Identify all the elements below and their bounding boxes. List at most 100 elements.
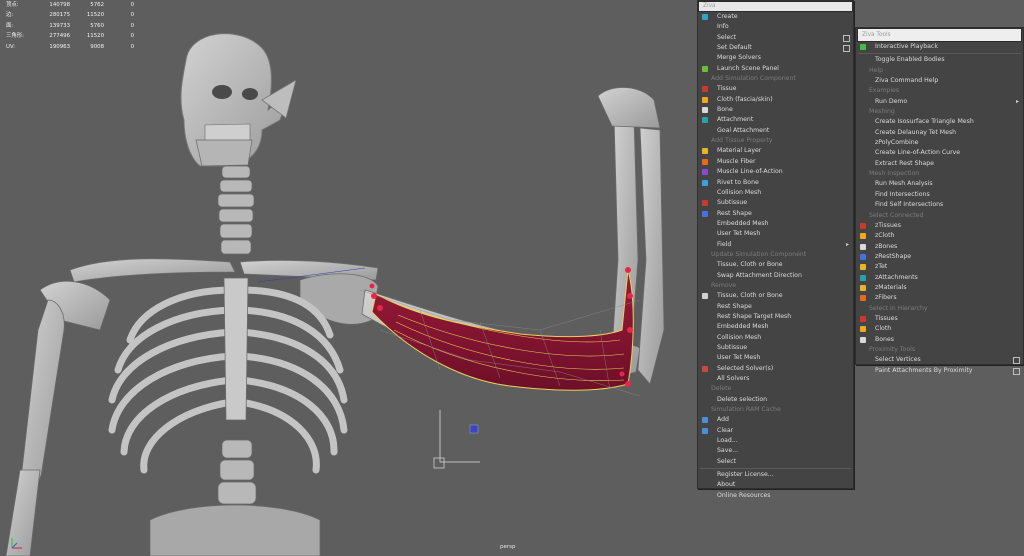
ziva-tools-section-examples: Examples (869, 87, 900, 95)
ziva-menu-item-swap-attachment-direction[interactable]: Swap Attachment Direction (698, 271, 853, 281)
ziva-menu-item-save[interactable]: Save... (698, 446, 853, 456)
ziva-tools-item-extract-rest-shape[interactable]: Extract Rest Shape (856, 159, 1023, 169)
ziva-menu-item-set-default[interactable]: Set Default (698, 43, 853, 53)
ziva-tools-item-interactive-playback[interactable]: Interactive Playback (856, 42, 1023, 52)
ziva-menu-item-merge-solvers[interactable]: Merge Solvers (698, 53, 853, 63)
ziva-menu-title[interactable]: Ziva (698, 1, 853, 12)
ziva-tools-item-label: Run Mesh Analysis (875, 180, 933, 188)
remove-icon (702, 293, 708, 300)
ziva-tools-item-cloth[interactable]: Cloth (856, 324, 1023, 334)
ziva-menu-item-rest-shape[interactable]: Rest Shape (698, 302, 853, 312)
transform-manipulator[interactable] (433, 410, 480, 469)
ziva-tools-item-ztissues[interactable]: zTissues (856, 221, 1023, 231)
ziva-menu-item-tissue-cloth-or-bone[interactable]: Tissue, Cloth or Bone (698, 260, 853, 270)
hud-label: 三角形: (6, 33, 24, 40)
ziva-menu-item-clear[interactable]: Clear (698, 426, 853, 436)
ziva-tools-item-create-line-of-action-curve[interactable]: Create Line-of-Action Curve (856, 148, 1023, 158)
ziva-menu-item-online-resources[interactable]: Online Resources (698, 491, 853, 501)
option-box-icon[interactable] (1013, 357, 1020, 365)
ziva-tools-item-create-isosurface-triangle-mesh[interactable]: Create Isosurface Triangle Mesh (856, 117, 1023, 127)
ziva-tools-item-zbones[interactable]: zBones (856, 242, 1023, 252)
ziva-tools-item-zcloth[interactable]: zCloth (856, 231, 1023, 241)
ziva-tools-item-run-mesh-analysis[interactable]: Run Mesh Analysis (856, 179, 1023, 189)
ziva-tools-item-create-delaunay-tet-mesh[interactable]: Create Delaunay Tet Mesh (856, 128, 1023, 138)
tissue-icon (860, 315, 866, 322)
ziva-menu-section-update-simulation-component: Update Simulation Component (711, 250, 807, 258)
ziva-menu-item-load[interactable]: Load... (698, 436, 853, 446)
hud-row: UV: 190963 9008 0 (6, 42, 134, 52)
ziva-tools-item-ztet[interactable]: zTet (856, 262, 1023, 272)
skull (180, 33, 297, 167)
ziva-menu-item-about[interactable]: About (698, 480, 853, 490)
ziva-tools-item-label: Bones (875, 335, 894, 343)
hud-value: 0 (130, 33, 134, 40)
ziva-tools-item-run-demo[interactable]: Run Demo ▸ (856, 97, 1023, 107)
ziva-tools-menu[interactable]: Ziva Tools Interactive Playback Toggle En… (855, 27, 1024, 375)
ziva-menu-item-field[interactable]: Field ▸ (698, 240, 853, 250)
ziva-menu-item-embedded-mesh[interactable]: Embedded Mesh (698, 219, 853, 229)
ziva-menu-item-tissue[interactable]: Tissue (698, 84, 853, 94)
option-box-icon[interactable] (843, 34, 850, 42)
ziva-menu-item-add[interactable]: Add (698, 415, 853, 425)
hud-value: 190963 (49, 43, 70, 50)
ziva-tools-item-label: Toggle Enabled Bodies (875, 56, 945, 64)
ziva-menu[interactable]: Ziva Create Info Select Set Default Merge So… (697, 0, 854, 499)
ziva-menu-item-create[interactable]: Create (698, 12, 853, 22)
ziva-tools-item-toggle-enabled-bodies[interactable]: Toggle Enabled Bodies (856, 55, 1023, 65)
ziva-menu-item-rest-shape-target-mesh[interactable]: Rest Shape Target Mesh (698, 312, 853, 322)
ziva-menu-item-rivet-to-bone[interactable]: Rivet to Bone (698, 178, 853, 188)
ziva-tools-item-zrestshape[interactable]: zRestShape (856, 252, 1023, 262)
material-icon (702, 148, 708, 155)
ziva-menu-item-material-layer[interactable]: Material Layer (698, 146, 853, 156)
option-box-icon[interactable] (1013, 367, 1020, 375)
tissue-icon (860, 222, 866, 229)
ziva-menu-item-label: Embedded Mesh (717, 219, 769, 227)
ziva-menu-item-muscle-fiber[interactable]: Muscle Fiber (698, 157, 853, 167)
ziva-menu-item-collision-mesh[interactable]: Collision Mesh (698, 333, 853, 343)
ziva-menu-item-selected-solver-s[interactable]: Selected Solver(s) (698, 364, 853, 374)
ziva-tools-item-zattachments[interactable]: zAttachments (856, 273, 1023, 283)
ziva-tools-item-paint-attachments-by-proximity[interactable]: Paint Attachments By Proximity (856, 366, 1023, 376)
ziva-menu-item-muscle-line-of-action[interactable]: Muscle Line-of-Action (698, 167, 853, 177)
ziva-menu-item-rest-shape[interactable]: Rest Shape (698, 209, 853, 219)
ziva-tools-item-zpolycombine[interactable]: zPolyCombine (856, 138, 1023, 148)
ziva-menu-item-label: Launch Scene Panel (717, 64, 779, 72)
ziva-menu-item-user-tet-mesh[interactable]: User Tet Mesh (698, 353, 853, 363)
ziva-menu-item-select[interactable]: Select (698, 33, 853, 43)
ziva-tools-item-find-intersections[interactable]: Find Intersections (856, 190, 1023, 200)
ziva-menu-item-goal-attachment[interactable]: Goal Attachment (698, 126, 853, 136)
ziva-menu-item-label: Set Default (717, 44, 752, 52)
ziva-menu-item-select[interactable]: Select (698, 457, 853, 467)
ziva-menu-item-delete-selection[interactable]: Delete selection (698, 395, 853, 405)
ziva-menu-section-remove: Remove (711, 281, 737, 289)
ziva-menu-item-launch-scene-panel[interactable]: Launch Scene Panel (698, 64, 853, 74)
ziva-menu-item-tissue-cloth-or-bone[interactable]: Tissue, Cloth or Bone (698, 291, 853, 301)
tissue-icon (702, 86, 708, 93)
scene-panel-icon (702, 65, 708, 72)
ziva-tools-title[interactable]: Ziva Tools (857, 28, 1022, 42)
ziva-tools-item-zmaterials[interactable]: zMaterials (856, 283, 1023, 293)
ziva-menu-item-subtissue[interactable]: Subtissue (698, 198, 853, 208)
ziva-menu-item-info[interactable]: Info (698, 22, 853, 32)
ziva-menu-item-register-license[interactable]: Register License... (698, 470, 853, 480)
ziva-menu-item-embedded-mesh[interactable]: Embedded Mesh (698, 322, 853, 332)
ziva-menu-item-bone[interactable]: Bone (698, 105, 853, 115)
ziva-menu-item-attachment[interactable]: Attachment (698, 115, 853, 125)
camera-label: persp (500, 544, 516, 550)
bone-icon (860, 336, 866, 343)
ziva-tools-item-find-self-intersections[interactable]: Find Self Intersections (856, 200, 1023, 210)
ziva-menu-item-subtissue[interactable]: Subtissue (698, 343, 853, 353)
ziva-tools-item-label: Create Line-of-Action Curve (875, 149, 961, 157)
ziva-tools-item-ziva-command-help[interactable]: Ziva Command Help (856, 76, 1023, 86)
ziva-menu-item-user-tet-mesh[interactable]: User Tet Mesh (698, 229, 853, 239)
hud-value: 139733 (49, 22, 70, 29)
fiber-icon (860, 295, 866, 302)
ziva-tools-item-select-vertices[interactable]: Select Vertices (856, 355, 1023, 365)
ziva-menu-item-collision-mesh[interactable]: Collision Mesh (698, 188, 853, 198)
ziva-tools-item-tissues[interactable]: Tissues (856, 314, 1023, 324)
ziva-tools-item-bones[interactable]: Bones (856, 335, 1023, 345)
ziva-menu-item-all-solvers[interactable]: All Solvers (698, 374, 853, 384)
ziva-tools-item-zfibers[interactable]: zFibers (856, 293, 1023, 303)
option-box-icon[interactable] (843, 45, 850, 53)
ziva-menu-item-cloth-fascia-skin[interactable]: Cloth (fascia/skin) (698, 95, 853, 105)
